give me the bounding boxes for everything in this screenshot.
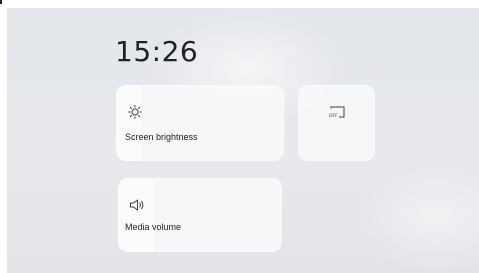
corner-mark: [0, 0, 2, 4]
sun-icon: [128, 105, 142, 119]
cast-off-badge: OFF: [329, 113, 338, 119]
screen-brightness-slider-tile[interactable]: Screen brightness: [116, 85, 284, 161]
quick-settings-panel: 15:26 Screen brightness OFF Media volume: [7, 8, 479, 273]
cast-off-icon: OFF: [329, 106, 345, 119]
clock: 15:26: [115, 35, 199, 68]
volume-label: Media volume: [125, 222, 182, 232]
speaker-icon: [130, 199, 144, 211]
media-volume-slider-tile[interactable]: Media volume: [118, 178, 282, 252]
cast-tile[interactable]: OFF: [298, 85, 375, 161]
brightness-label: Screen brightness: [125, 132, 198, 142]
brightness-level-fill: [116, 85, 142, 161]
volume-level-fill: [118, 178, 155, 252]
